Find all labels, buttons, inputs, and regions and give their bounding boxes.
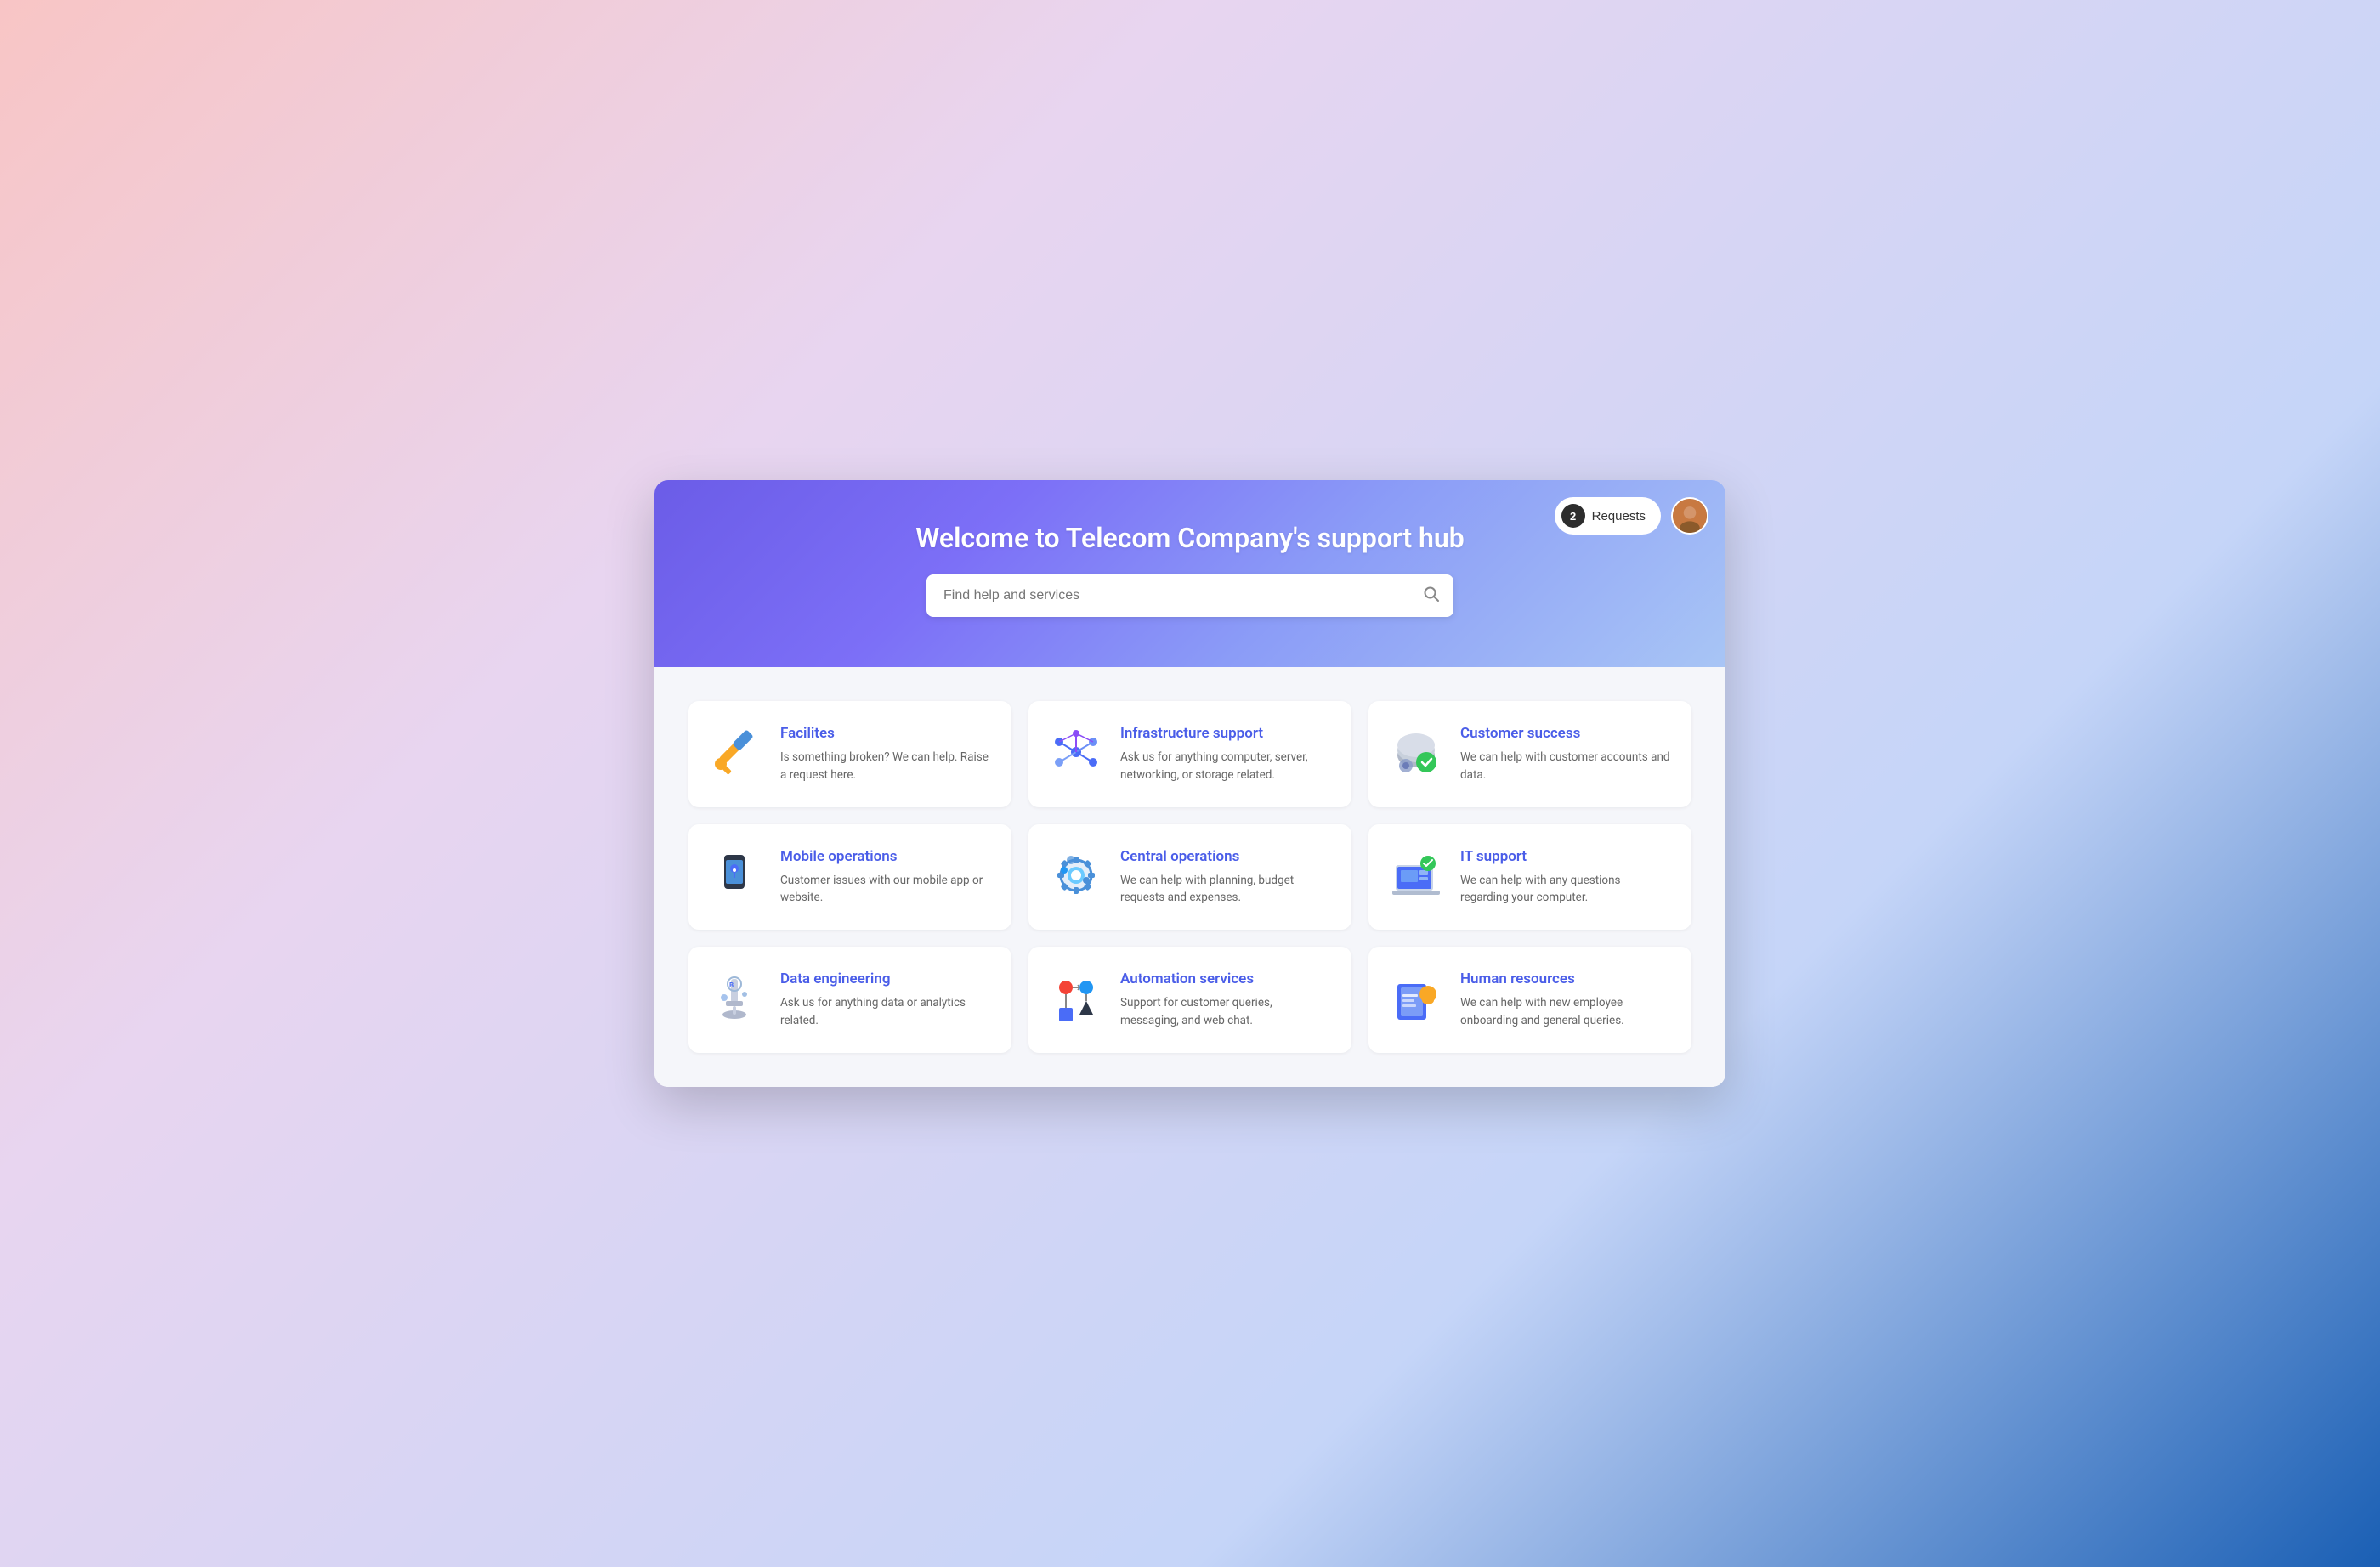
it-desc: We can help with any questions regarding… <box>1460 872 1671 907</box>
search-container <box>926 574 1454 617</box>
requests-badge: 2 <box>1561 504 1585 528</box>
automation-text: Automation services Support for customer… <box>1120 970 1331 1029</box>
page-title: Welcome to Telecom Company's support hub <box>915 522 1465 554</box>
customer-success-desc: We can help with customer accounts and d… <box>1460 749 1671 784</box>
card-central[interactable]: Central operations We can help with plan… <box>1028 824 1352 931</box>
hr-desc: We can help with new employee onboarding… <box>1460 994 1671 1029</box>
avatar-image <box>1673 497 1707 535</box>
services-grid: Facilites Is something broken? We can he… <box>688 701 1692 1053</box>
infrastructure-desc: Ask us for anything computer, server, ne… <box>1120 749 1331 784</box>
card-automation[interactable]: Automation services Support for customer… <box>1028 947 1352 1053</box>
infrastructure-text: Infrastructure support Ask us for anythi… <box>1120 725 1331 784</box>
it-title: IT support <box>1460 848 1671 865</box>
data-icon: B <box>709 970 763 1025</box>
search-icon[interactable] <box>1423 586 1440 606</box>
svg-text:B: B <box>729 981 734 989</box>
mobile-text: Mobile operations Customer issues with o… <box>780 848 991 907</box>
it-text: IT support We can help with any question… <box>1460 848 1671 907</box>
data-title: Data engineering <box>780 970 991 987</box>
facilities-icon <box>709 725 763 779</box>
hr-text: Human resources We can help with new emp… <box>1460 970 1671 1029</box>
requests-button[interactable]: 2 Requests <box>1555 497 1661 535</box>
automation-icon <box>1049 970 1103 1025</box>
central-text: Central operations We can help with plan… <box>1120 848 1331 907</box>
it-icon <box>1389 848 1443 902</box>
card-facilities[interactable]: Facilites Is something broken? We can he… <box>688 701 1012 807</box>
central-icon <box>1049 848 1103 902</box>
card-it[interactable]: IT support We can help with any question… <box>1368 824 1692 931</box>
automation-title: Automation services <box>1120 970 1331 987</box>
requests-label: Requests <box>1592 509 1646 523</box>
data-desc: Ask us for anything data or analytics re… <box>780 994 991 1029</box>
data-text: Data engineering Ask us for anything dat… <box>780 970 991 1029</box>
avatar[interactable] <box>1671 497 1708 535</box>
hr-title: Human resources <box>1460 970 1671 987</box>
card-infrastructure[interactable]: Infrastructure support Ask us for anythi… <box>1028 701 1352 807</box>
facilities-text: Facilites Is something broken? We can he… <box>780 725 991 784</box>
card-data[interactable]: B Data engineering Ask us for anything d… <box>688 947 1012 1053</box>
customer-success-title: Customer success <box>1460 725 1671 742</box>
main-container: 2 Requests Welcome to Telecom Company's … <box>654 480 1726 1087</box>
card-customer-success[interactable]: Customer success We can help with custom… <box>1368 701 1692 807</box>
customer-success-text: Customer success We can help with custom… <box>1460 725 1671 784</box>
infrastructure-title: Infrastructure support <box>1120 725 1331 742</box>
header-actions: 2 Requests <box>1555 497 1708 535</box>
automation-desc: Support for customer queries, messaging,… <box>1120 994 1331 1029</box>
infrastructure-icon <box>1049 725 1103 779</box>
central-title: Central operations <box>1120 848 1331 865</box>
hr-icon <box>1389 970 1443 1025</box>
customer-success-icon <box>1389 725 1443 779</box>
header-section: 2 Requests Welcome to Telecom Company's … <box>654 480 1726 667</box>
card-hr[interactable]: Human resources We can help with new emp… <box>1368 947 1692 1053</box>
mobile-title: Mobile operations <box>780 848 991 865</box>
search-input[interactable] <box>926 574 1454 617</box>
mobile-desc: Customer issues with our mobile app or w… <box>780 872 991 907</box>
card-mobile[interactable]: Mobile operations Customer issues with o… <box>688 824 1012 931</box>
facilities-desc: Is something broken? We can help. Raise … <box>780 749 991 784</box>
content-area: Facilites Is something broken? We can he… <box>654 667 1726 1087</box>
central-desc: We can help with planning, budget reques… <box>1120 872 1331 907</box>
mobile-icon <box>709 848 763 902</box>
facilities-title: Facilites <box>780 725 991 742</box>
